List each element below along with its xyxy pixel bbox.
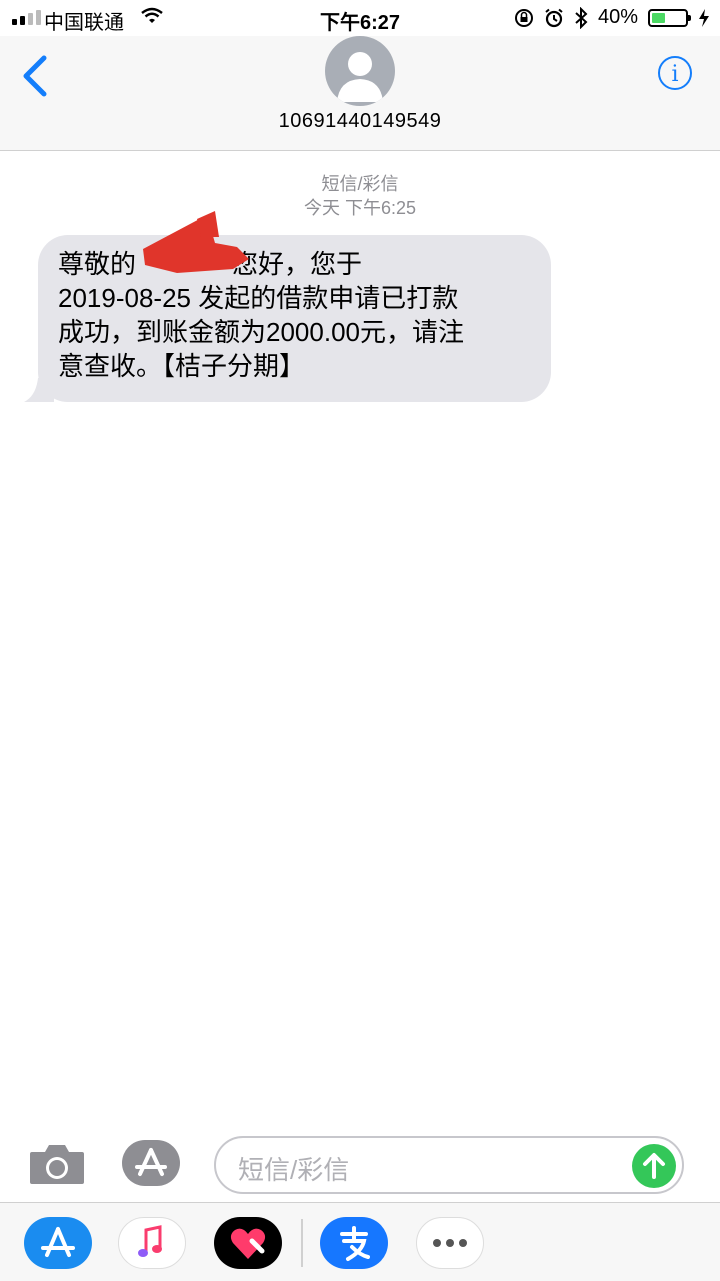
music-app-button[interactable] (118, 1217, 186, 1269)
bubble-tail (24, 378, 54, 402)
contact-avatar[interactable] (325, 36, 395, 106)
app-drawer (0, 1202, 720, 1281)
service-label: 短信/彩信 (321, 174, 399, 194)
app-store-app-button[interactable] (24, 1217, 92, 1269)
more-apps-button[interactable] (416, 1217, 484, 1269)
message-line-2: 2019-08-25 发起的借款申请已打款 (58, 283, 459, 313)
app-store-icon (135, 1148, 167, 1176)
drawer-divider (301, 1219, 303, 1267)
send-button[interactable] (632, 1144, 676, 1188)
incoming-message-bubble[interactable]: 尊敬的 您好，您于 2019-08-25 发起的借款申请已打款 成功，到账金额为2… (24, 235, 551, 402)
battery-percent: 40% (597, 6, 638, 28)
alarm-icon (545, 8, 563, 27)
message-meta: 短信/彩信 今天 下午6:25 (0, 172, 720, 220)
message-line-3: 成功，到账金额为2000.00元，请注 (58, 317, 464, 347)
contact-number[interactable]: 10691440149549 (0, 110, 720, 133)
message-input-placeholder: 短信/彩信 (238, 1155, 350, 1185)
alipay-app-button[interactable] (320, 1217, 388, 1269)
message-timestamp: 今天 下午6:25 (303, 198, 417, 218)
music-note-icon (138, 1225, 162, 1257)
bluetooth-icon (575, 6, 588, 29)
message-line-4: 意查收。【桔子分期】 (58, 351, 306, 381)
battery-icon (648, 8, 691, 27)
info-icon[interactable]: i (658, 56, 692, 90)
digital-touch-app-button[interactable] (214, 1217, 282, 1269)
status-bar: 中国联通 下午6:27 40% (0, 0, 720, 36)
app-store-button[interactable] (122, 1140, 180, 1186)
app-store-icon (41, 1227, 75, 1257)
redaction-scribble (143, 211, 249, 273)
more-icon (433, 1239, 467, 1247)
message-line-1: 尊敬的 您好，您于 (58, 249, 363, 279)
camera-icon[interactable] (28, 1142, 86, 1186)
compose-bar: 短信/彩信 (0, 1120, 720, 1208)
arrow-up-icon (643, 1153, 665, 1179)
message-input[interactable]: 短信/彩信 (214, 1136, 684, 1194)
charging-icon (699, 8, 709, 27)
back-chevron-icon[interactable] (18, 54, 54, 98)
orientation-lock-icon (514, 8, 533, 27)
person-icon (337, 52, 383, 102)
conversation-header: 10691440149549 i (0, 36, 720, 151)
heart-icon (230, 1228, 266, 1259)
alipay-icon (340, 1226, 370, 1261)
